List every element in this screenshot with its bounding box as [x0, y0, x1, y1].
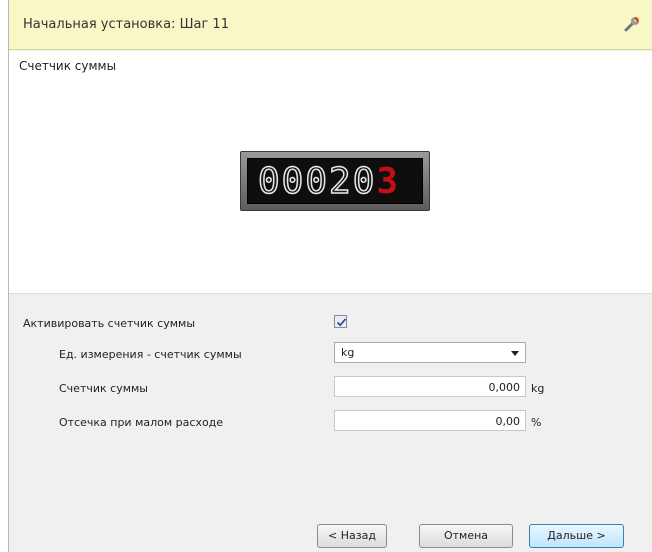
wizard-footer: < Назад Отмена Дальше >: [9, 510, 652, 552]
unit-label: Ед. измерения - счетчик суммы: [59, 348, 242, 361]
wizard-window: Начальная установка: Шаг 11 Счетчик сумм…: [8, 0, 652, 552]
counter-preview-panel: Счетчик суммы 000203: [9, 51, 652, 294]
totalizer-display: 000203: [240, 151, 430, 211]
checkmark-icon: [336, 318, 347, 327]
title-bar: Начальная установка: Шаг 11: [9, 0, 652, 50]
cutoff-unit: %: [531, 416, 542, 429]
unit-select[interactable]: kg: [334, 342, 526, 363]
unit-select-value: kg: [341, 346, 355, 359]
counter-input-value: 0,000: [488, 381, 521, 394]
section-title: Счетчик суммы: [19, 59, 117, 73]
counter-unit: kg: [531, 382, 545, 395]
counter-input[interactable]: 0,000: [334, 376, 526, 397]
display-digit-red: 3: [376, 161, 401, 202]
cutoff-label: Отсечка при малом расходе: [59, 416, 224, 429]
display-digits: 000203: [257, 161, 401, 203]
window-title: Начальная установка: Шаг 11: [23, 17, 229, 32]
chevron-down-icon: [511, 351, 519, 356]
settings-form: Активировать счетчик суммы Ед. измерения…: [9, 295, 652, 510]
display-digits-white: 00020: [257, 161, 377, 203]
wrench-icon[interactable]: [623, 15, 641, 33]
back-button[interactable]: < Назад: [317, 524, 387, 548]
display-screen: 000203: [247, 158, 423, 204]
cutoff-input-value: 0,00: [495, 415, 521, 428]
activate-counter-checkbox[interactable]: [334, 315, 347, 328]
cutoff-input[interactable]: 0,00: [334, 410, 526, 431]
counter-label: Счетчик суммы: [59, 382, 148, 395]
cancel-button[interactable]: Отмена: [419, 524, 513, 548]
activate-counter-label: Активировать счетчик суммы: [23, 317, 196, 330]
next-button[interactable]: Дальше >: [529, 524, 624, 548]
